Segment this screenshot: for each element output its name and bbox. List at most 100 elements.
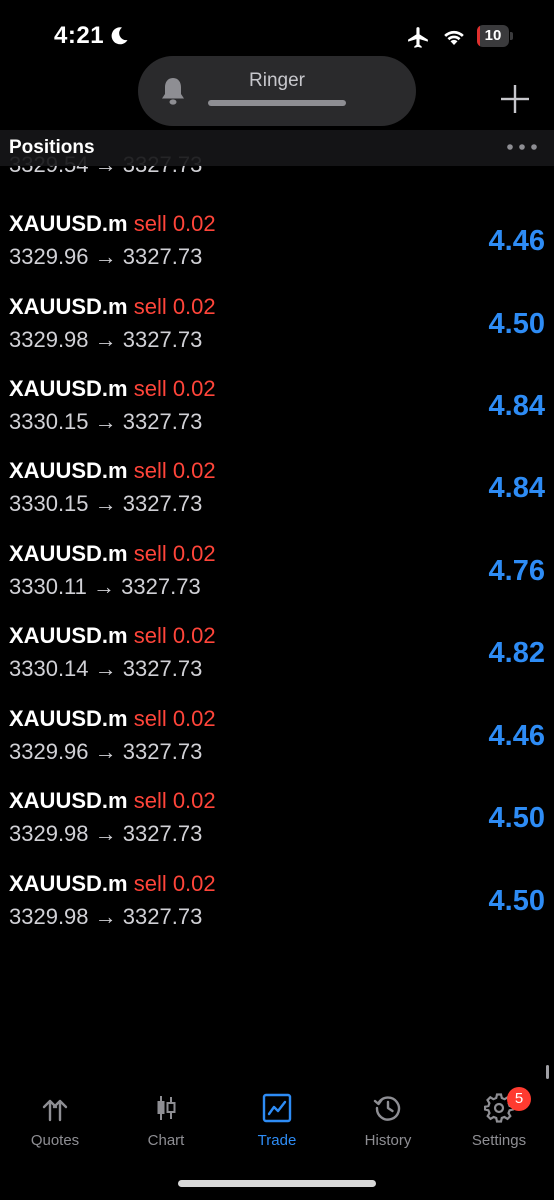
bell-icon	[162, 78, 184, 105]
scroll-indicator[interactable]	[546, 1065, 549, 1079]
order-side: sell 0.02	[133, 458, 216, 483]
symbol: XAUUSD.m	[9, 706, 128, 731]
trade-chart-icon	[262, 1093, 292, 1123]
symbol-line: XAUUSD.m sell 0.02	[9, 541, 216, 567]
positions-list[interactable]: 3329.54 → 3327.73XAUUSD.m sell 0.023329.…	[0, 130, 554, 1060]
cutoff-profit-fragment	[475, 166, 545, 176]
symbol: XAUUSD.m	[9, 376, 128, 401]
symbol-line: XAUUSD.m sell 0.02	[9, 788, 216, 814]
position-row[interactable]: XAUUSD.m sell 0.02 3329.98 → 3327.73 4.50	[0, 869, 554, 951]
arrow-glyph: →	[94, 409, 117, 434]
current-price: 3327.73	[122, 244, 203, 269]
profit-value: 4.50	[488, 308, 545, 340]
price-line: 3330.15 → 3327.73	[9, 409, 202, 435]
battery-cap	[510, 32, 513, 40]
current-price: 3327.73	[122, 491, 203, 516]
ringer-notification: Ringer	[138, 56, 416, 126]
tab-label: Chart	[147, 1132, 185, 1149]
position-row[interactable]: XAUUSD.m sell 0.02 3330.14 → 3327.73 4.82	[0, 621, 554, 703]
arrow-glyph: →	[94, 656, 117, 681]
arrow-glyph: →	[93, 574, 116, 599]
symbol: XAUUSD.m	[9, 541, 128, 566]
open-price: 3330.11	[9, 574, 87, 599]
profit-value: 4.84	[488, 472, 545, 504]
open-price: 3329.98	[9, 904, 89, 929]
arrow-glyph: →	[94, 491, 117, 516]
symbol: XAUUSD.m	[9, 211, 128, 236]
position-row[interactable]: XAUUSD.m sell 0.02 3329.96 → 3327.73 4.46	[0, 209, 554, 291]
price-line: 3329.96 → 3327.73	[9, 739, 202, 765]
symbol-line: XAUUSD.m sell 0.02	[9, 458, 216, 484]
open-price: 3329.96	[9, 244, 89, 269]
tab-settings[interactable]: 5 Settings	[444, 1085, 554, 1160]
symbol-line: XAUUSD.m sell 0.02	[9, 871, 216, 897]
current-price: 3327.73	[122, 904, 203, 929]
arrow-glyph: →	[94, 327, 117, 352]
battery-indicator: 10	[477, 25, 513, 47]
arrow-glyph: →	[94, 739, 117, 764]
position-row[interactable]: XAUUSD.m sell 0.02 3329.98 → 3327.73 4.50	[0, 786, 554, 868]
section-title: Positions	[9, 137, 95, 158]
position-row[interactable]: XAUUSD.m sell 0.02 3330.15 → 3327.73 4.84	[0, 374, 554, 456]
open-price: 3329.98	[9, 327, 89, 352]
new-order-plus-icon[interactable]	[498, 82, 532, 116]
positions-header: Positions	[0, 130, 554, 166]
profit-value: 4.46	[488, 225, 545, 257]
tab-label: Trade	[257, 1132, 297, 1149]
open-price: 3329.96	[9, 739, 89, 764]
ringer-volume-bar	[208, 100, 346, 106]
position-row[interactable]: XAUUSD.m sell 0.02 3330.11 → 3327.73 4.76	[0, 539, 554, 621]
symbol-line: XAUUSD.m sell 0.02	[9, 294, 216, 320]
arrow-glyph: →	[94, 821, 117, 846]
open-price: 3330.14	[9, 656, 89, 681]
order-side: sell 0.02	[133, 376, 216, 401]
tab-label: History	[364, 1132, 412, 1149]
symbol-line: XAUUSD.m sell 0.02	[9, 376, 216, 402]
order-side: sell 0.02	[133, 211, 216, 236]
quotes-arrows-icon	[42, 1099, 68, 1122]
order-side: sell 0.02	[133, 294, 216, 319]
symbol: XAUUSD.m	[9, 788, 128, 813]
position-row[interactable]: XAUUSD.m sell 0.02 3329.98 → 3327.73 4.50	[0, 292, 554, 374]
order-side: sell 0.02	[133, 706, 216, 731]
tab-chart[interactable]: Chart	[111, 1085, 221, 1160]
battery-level: 10	[484, 27, 502, 44]
symbol: XAUUSD.m	[9, 458, 128, 483]
status-bar: 4:21 10	[0, 0, 554, 60]
symbol-line: XAUUSD.m sell 0.02	[9, 706, 216, 732]
tab-quotes[interactable]: Quotes	[0, 1085, 110, 1160]
current-price: 3327.73	[122, 409, 203, 434]
position-row[interactable]: XAUUSD.m sell 0.02 3330.15 → 3327.73 4.84	[0, 456, 554, 538]
order-side: sell 0.02	[133, 541, 216, 566]
price-line: 3330.11 → 3327.73	[9, 574, 201, 600]
airplane-icon	[408, 27, 428, 48]
price-line: 3329.98 → 3327.73	[9, 327, 202, 353]
profit-value: 4.50	[488, 885, 545, 917]
price-line: 3330.14 → 3327.73	[9, 656, 202, 682]
open-price: 3329.98	[9, 821, 89, 846]
current-price: 3327.73	[122, 739, 203, 764]
profit-value: 4.82	[488, 637, 545, 669]
price-line: 3329.98 → 3327.73	[9, 821, 202, 847]
candlestick-chart-icon	[157, 1096, 176, 1120]
symbol-line: XAUUSD.m sell 0.02	[9, 211, 216, 237]
position-row[interactable]: XAUUSD.m sell 0.02 3329.96 → 3327.73 4.46	[0, 704, 554, 786]
open-price: 3330.15	[9, 491, 89, 516]
symbol: XAUUSD.m	[9, 871, 128, 896]
price-line: 3329.98 → 3327.73	[9, 904, 202, 930]
more-options-icon[interactable]	[505, 140, 539, 154]
tab-history[interactable]: History	[333, 1085, 443, 1160]
arrow-glyph: →	[94, 244, 117, 269]
profit-value: 4.46	[488, 720, 545, 752]
open-price: 3330.15	[9, 409, 89, 434]
current-price: 3327.73	[122, 821, 203, 846]
current-price: 3327.73	[122, 327, 203, 352]
tab-trade[interactable]: Trade	[222, 1085, 332, 1160]
profit-value: 4.84	[488, 390, 545, 422]
home-indicator[interactable]	[178, 1180, 376, 1187]
symbol: XAUUSD.m	[9, 623, 128, 648]
tab-label: Quotes	[30, 1132, 80, 1149]
status-time: 4:21	[54, 22, 105, 49]
tab-label: Settings	[471, 1132, 527, 1149]
order-side: sell 0.02	[133, 623, 216, 648]
